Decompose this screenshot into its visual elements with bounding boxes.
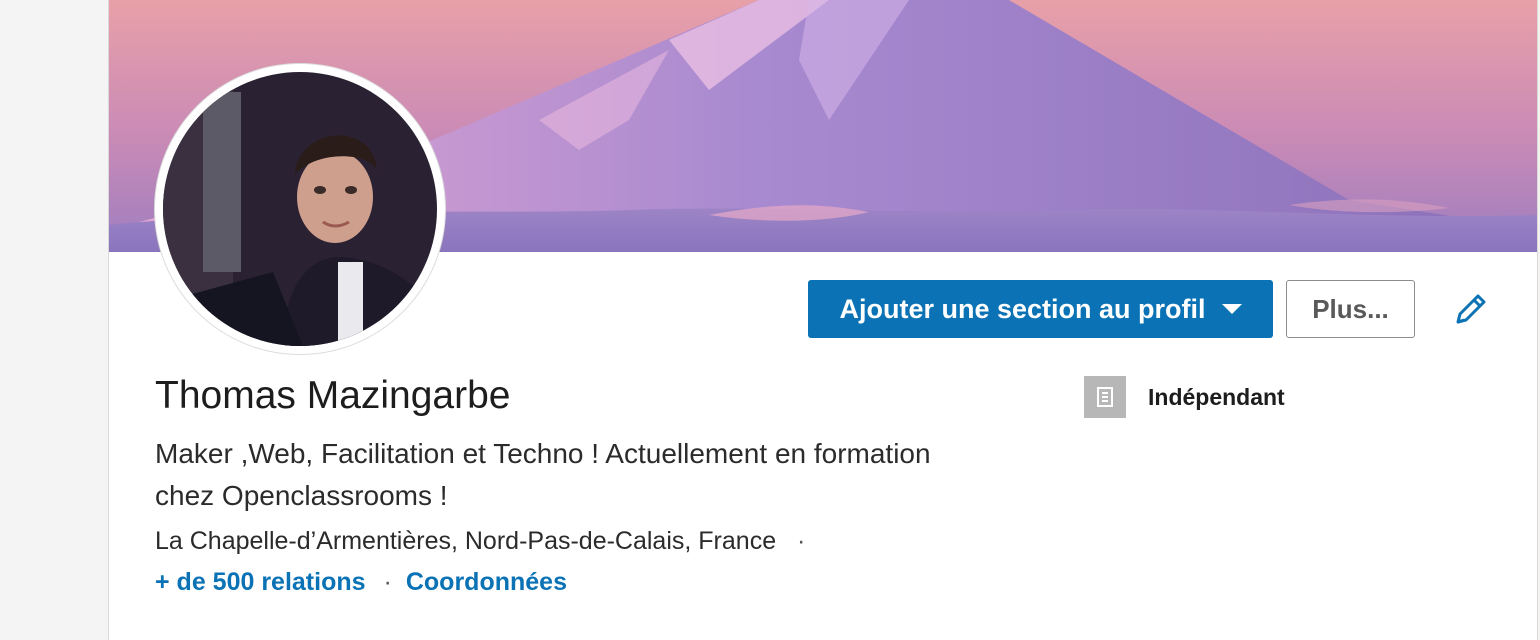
page-background [0,0,108,640]
add-profile-section-button[interactable]: Ajouter une section au profil [808,280,1273,338]
connections-link[interactable]: + de 500 relations [155,568,366,597]
profile-headline: Maker ,Web, Facilitation et Techno ! Act… [155,438,931,511]
current-company-name: Indépendant [1148,383,1285,410]
more-actions-label: Plus... [1312,293,1389,324]
profile-location: La Chapelle-d’Armentières, Nord-Pas-de-C… [155,527,777,555]
building-icon [1084,376,1126,418]
current-company-item[interactable]: Indépendant [1084,376,1285,418]
more-actions-button[interactable]: Plus... [1286,280,1415,338]
location-separator: · [797,527,806,555]
profile-photo[interactable] [155,64,445,354]
profile-top-card: Ajouter une section au profil Plus... Th… [108,0,1538,640]
add-profile-section-label: Ajouter une section au profil [839,293,1206,324]
location-line: La Chapelle-d’Armentières, Nord-Pas-de-C… [155,527,805,556]
contact-info-link[interactable]: Coordonnées [406,568,567,597]
pencil-icon [1456,294,1486,324]
connections-line: + de 500 relations · Coordonnées [155,568,567,597]
edit-intro-button[interactable] [1447,287,1493,333]
avatar[interactable] [163,72,437,346]
caret-down-icon [1221,304,1242,314]
profile-name: Thomas Mazingarbe [155,374,511,417]
links-separator: · [383,568,392,596]
